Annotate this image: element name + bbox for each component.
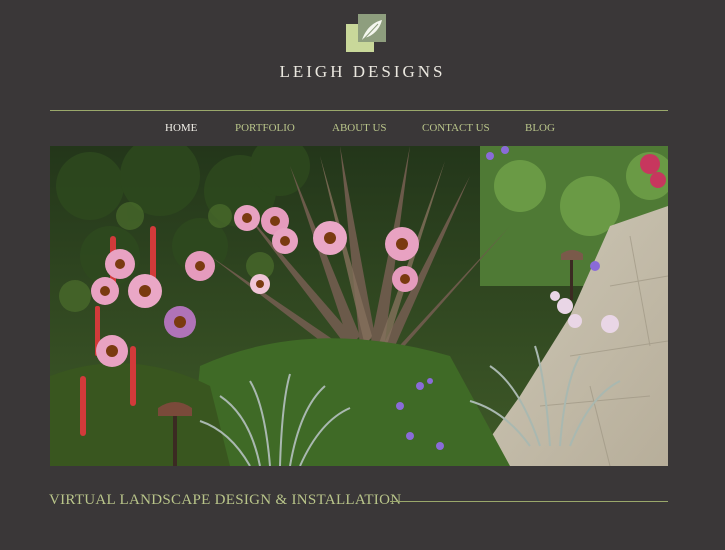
main-nav: HOME PORTFOLIO ABOUT US CONTACT US BLOG [0,122,725,138]
nav-blog[interactable]: BLOG [525,122,555,134]
header-divider [50,110,668,111]
nav-about-us[interactable]: ABOUT US [332,122,387,134]
nav-home[interactable]: HOME [165,122,197,134]
hero-image [50,146,668,466]
nav-contact-us[interactable]: CONTACT US [422,122,490,134]
tagline-divider [390,501,668,502]
garden-photo-icon [50,146,668,466]
nav-portfolio[interactable]: PORTFOLIO [235,122,295,134]
tagline: VIRTUAL LANDSCAPE DESIGN & INSTALLATION [49,492,402,508]
brand-name: LEIGH DESIGNS [279,62,446,81]
leaf-logo-icon [346,14,386,52]
